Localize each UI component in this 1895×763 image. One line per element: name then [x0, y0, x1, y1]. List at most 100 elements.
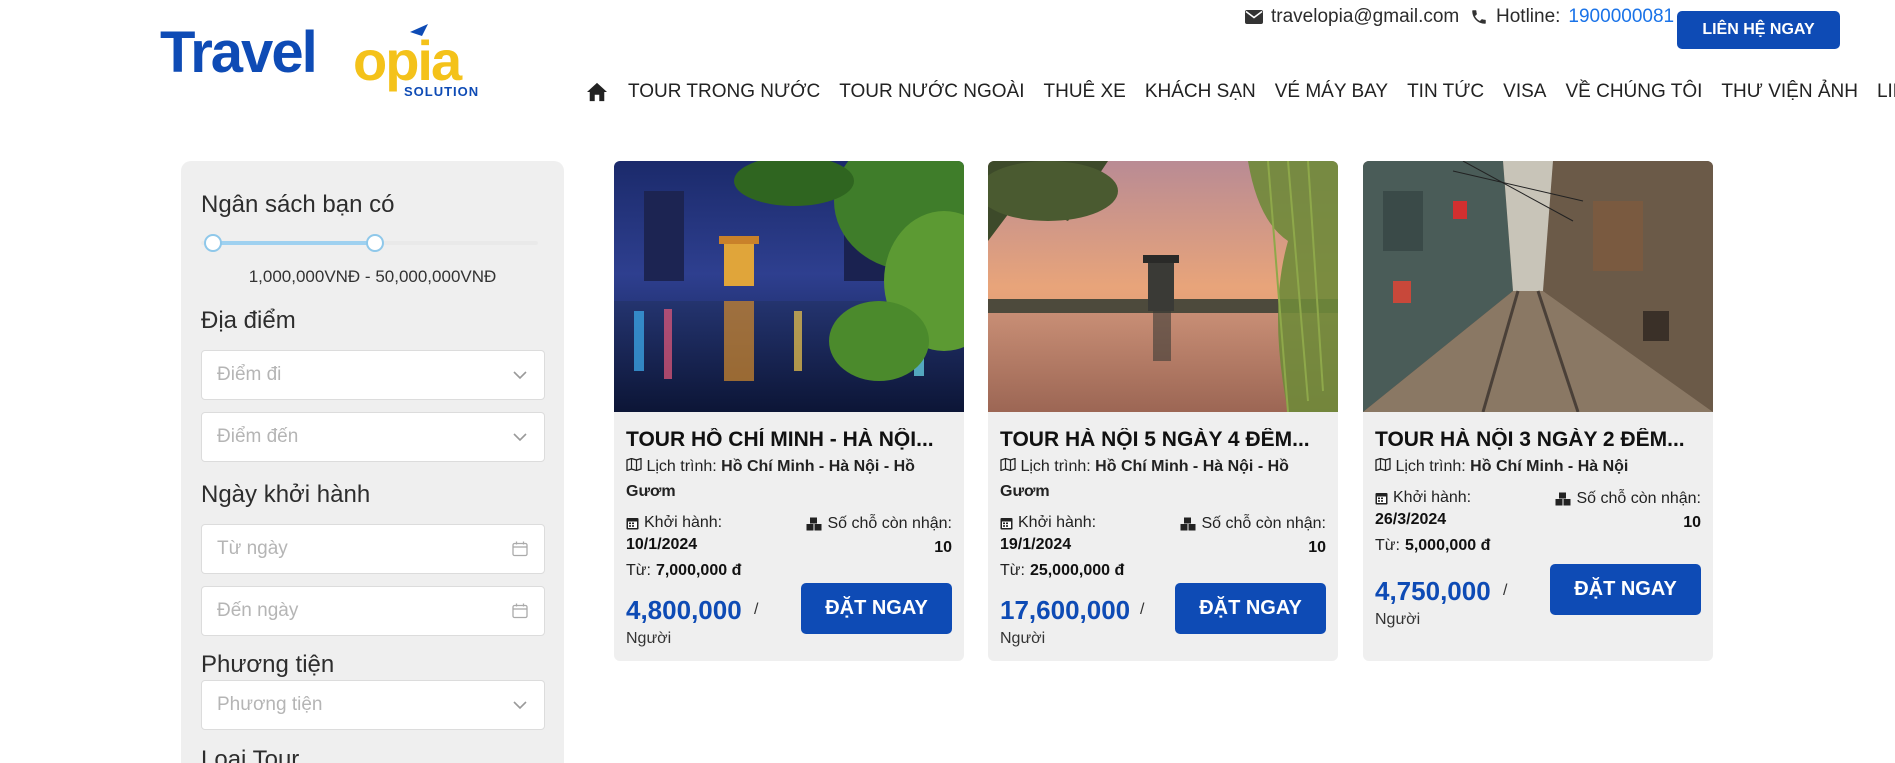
tour-price: 4,800,000 [626, 595, 742, 625]
budget-range-slider[interactable] [201, 234, 538, 252]
phone-icon [1472, 10, 1486, 24]
tour-price: 4,750,000 [1375, 576, 1491, 606]
from-label: Từ: [1375, 537, 1400, 554]
price-separator: / [1140, 601, 1145, 618]
slider-min-handle[interactable] [204, 234, 222, 252]
date-to-input[interactable]: Đến ngày [201, 586, 545, 636]
price-unit: Người [626, 630, 672, 647]
transport-placeholder: Phương tiện [217, 694, 323, 715]
nav-item-gallery[interactable]: THƯ VIỆN ẢNH [1721, 81, 1858, 103]
boxes-icon [806, 517, 822, 531]
seats-label-row: Số chỗ còn nhận: [1180, 515, 1326, 533]
tour-card[interactable]: TOUR HÀ NỘI 3 NGÀY 2 ĐÊM... Lịch trình: … [1363, 161, 1713, 661]
book-now-button[interactable]: ĐẶT NGAY [1550, 564, 1701, 615]
header-email[interactable]: travelopia@gmail.com [1245, 6, 1459, 28]
transport-title: Phương tiện [201, 651, 335, 678]
boxes-icon [1555, 492, 1571, 506]
slider-max-handle[interactable] [366, 234, 384, 252]
budget-title: Ngân sách bạn có [201, 191, 395, 218]
site-logo[interactable]: Travel opia SOLUTION [160, 20, 490, 102]
route-label: Lịch trình: [646, 458, 717, 475]
tour-card[interactable]: TOUR HỒ CHÍ MINH - HÀ NỘI... Lịch trình:… [614, 161, 964, 661]
date-from-input[interactable]: Từ ngày [201, 524, 545, 574]
tour-image-turtle-tower-sunset[interactable] [988, 161, 1338, 412]
location-title: Địa điểm [201, 307, 296, 334]
departure-date-title: Ngày khởi hành [201, 481, 371, 508]
seats-block: Số chỗ còn nhận: 10 [1555, 490, 1701, 532]
depart-label: Khởi hành: [1018, 514, 1097, 531]
seats-label: Số chỗ còn nhận: [827, 515, 952, 532]
nav-item-domestic-tour[interactable]: TOUR TRONG NƯỚC [628, 81, 820, 103]
tour-type-title: Loại Tour [201, 746, 300, 763]
tour-title[interactable]: TOUR HỒ CHÍ MINH - HÀ NỘI... [626, 428, 952, 452]
calendar-icon[interactable] [511, 602, 529, 620]
price-unit: Người [1000, 630, 1046, 647]
map-icon [626, 457, 646, 475]
from-label: Từ: [626, 562, 651, 579]
destination-select[interactable]: Điểm đến [201, 412, 545, 462]
seats-label-row: Số chỗ còn nhận: [1555, 490, 1701, 508]
calendar-icon[interactable] [511, 540, 529, 558]
depart-label: Khởi hành: [1393, 489, 1472, 506]
original-price: 7,000,000 đ [655, 562, 742, 579]
svg-text:SOLUTION: SOLUTION [404, 84, 479, 99]
budget-range-text: 1,000,000VNĐ - 50,000,000VNĐ [248, 267, 497, 286]
main-nav: TOUR TRONG NƯỚC TOUR NƯỚC NGOÀI THUÊ XE … [586, 76, 1895, 108]
tour-route: Lịch trình: Hồ Chí Minh - Hà Nội - Hồ Gư… [1000, 454, 1326, 504]
departure-placeholder: Điểm đi [217, 364, 282, 385]
price-unit: Người [1375, 611, 1421, 628]
seats-label-row: Số chỗ còn nhận: [806, 515, 952, 533]
nav-item-contact[interactable]: LIÊN HỆ [1877, 81, 1895, 103]
email-text: travelopia@gmail.com [1271, 6, 1460, 27]
route-label: Lịch trình: [1020, 458, 1091, 475]
nav-item-about-us[interactable]: VỀ CHÚNG TÔI [1565, 81, 1702, 103]
hotline-label: Hotline: [1496, 6, 1561, 27]
tour-card[interactable]: TOUR HÀ NỘI 5 NGÀY 4 ĐÊM... Lịch trình: … [988, 161, 1338, 661]
svg-text:Travel: Travel [160, 22, 316, 85]
seats-block: Số chỗ còn nhận: 10 [806, 515, 952, 557]
header-hotline[interactable]: Hotline: 1900000081 [1470, 6, 1674, 28]
nav-item-international-tour[interactable]: TOUR NƯỚC NGOÀI [839, 81, 1024, 103]
tour-card-body: TOUR HỒ CHÍ MINH - HÀ NỘI... Lịch trình:… [626, 412, 952, 580]
seats-count: 10 [934, 539, 952, 556]
slider-fill [211, 241, 373, 245]
seats-block: Số chỗ còn nhận: 10 [1180, 515, 1326, 557]
from-price-row: Từ: 25,000,000 đ [1000, 562, 1326, 580]
departure-select[interactable]: Điểm đi [201, 350, 545, 400]
price-separator: / [754, 601, 759, 618]
nav-item-hotel[interactable]: KHÁCH SẠN [1145, 81, 1256, 103]
from-label: Từ: [1000, 562, 1025, 579]
map-icon [1375, 457, 1395, 475]
nav-item-flight-tickets[interactable]: VÉ MÁY BAY [1275, 81, 1388, 103]
contact-now-button[interactable]: LIÊN HỆ NGAY [1677, 11, 1840, 49]
route-value: Hồ Chí Minh - Hà Nội [1470, 458, 1629, 475]
chevron-down-icon [511, 696, 529, 714]
calendar-icon [626, 518, 639, 530]
tour-route: Lịch trình: Hồ Chí Minh - Hà Nội - Hồ Gư… [626, 454, 952, 504]
tour-image-hoan-kiem-night[interactable] [614, 161, 964, 412]
route-label: Lịch trình: [1395, 458, 1466, 475]
nav-item-news[interactable]: TIN TỨC [1407, 81, 1484, 103]
tour-card-body: TOUR HÀ NỘI 3 NGÀY 2 ĐÊM... Lịch trình: … [1375, 412, 1701, 555]
seats-count: 10 [1683, 514, 1701, 531]
book-now-button[interactable]: ĐẶT NGAY [801, 583, 952, 634]
seats-label: Số chỗ còn nhận: [1201, 515, 1326, 532]
seats-count: 10 [1308, 539, 1326, 556]
date-from-placeholder: Từ ngày [217, 538, 288, 559]
home-icon[interactable] [586, 81, 610, 103]
tour-image-train-street[interactable] [1363, 161, 1713, 412]
map-icon [1000, 457, 1020, 475]
book-now-button[interactable]: ĐẶT NGAY [1175, 583, 1326, 634]
hotline-number[interactable]: 1900000081 [1568, 6, 1674, 28]
mail-icon [1245, 10, 1263, 24]
tour-card-body: TOUR HÀ NỘI 5 NGÀY 4 ĐÊM... Lịch trình: … [1000, 412, 1326, 580]
tour-title[interactable]: TOUR HÀ NỘI 3 NGÀY 2 ĐÊM... [1375, 428, 1701, 452]
transport-select[interactable]: Phương tiện [201, 680, 545, 730]
nav-item-visa[interactable]: VISA [1503, 81, 1546, 103]
tour-price: 17,600,000 [1000, 595, 1131, 625]
tour-title[interactable]: TOUR HÀ NỘI 5 NGÀY 4 ĐÊM... [1000, 428, 1326, 452]
tour-route: Lịch trình: Hồ Chí Minh - Hà Nội [1375, 454, 1701, 479]
destination-placeholder: Điểm đến [217, 426, 299, 447]
calendar-icon [1375, 493, 1388, 505]
nav-item-car-rental[interactable]: THUÊ XE [1044, 81, 1126, 103]
